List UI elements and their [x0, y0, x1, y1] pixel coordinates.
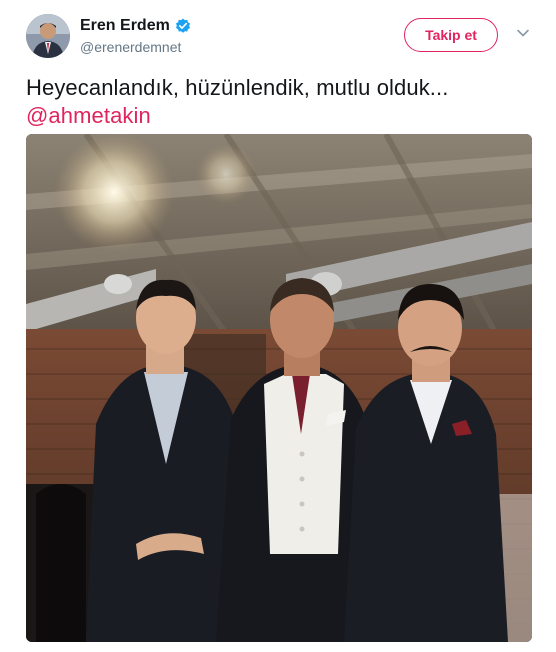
avatar-image [26, 14, 70, 58]
verified-badge-icon [175, 18, 191, 34]
tweet-photo[interactable] [26, 134, 532, 642]
chevron-down-icon[interactable] [516, 26, 530, 40]
tweet-header: Eren Erdem @erenerdemnet Takip et [26, 14, 532, 62]
tweet-body: Heyecanlandık, hüzünlendik, mutlu olduk.… [26, 75, 449, 100]
name-row: Eren Erdem [80, 16, 191, 36]
photo-image [26, 134, 532, 642]
mention-link[interactable]: @ahmetakin [26, 103, 151, 128]
avatar[interactable] [26, 14, 70, 58]
tweet-text: Heyecanlandık, hüzünlendik, mutlu olduk.… [26, 74, 532, 130]
follow-button[interactable]: Takip et [404, 18, 498, 52]
display-name[interactable]: Eren Erdem [80, 17, 170, 35]
tweet-card: Eren Erdem @erenerdemnet Takip et Heyeca… [0, 0, 556, 652]
user-handle[interactable]: @erenerdemnet [80, 39, 181, 55]
